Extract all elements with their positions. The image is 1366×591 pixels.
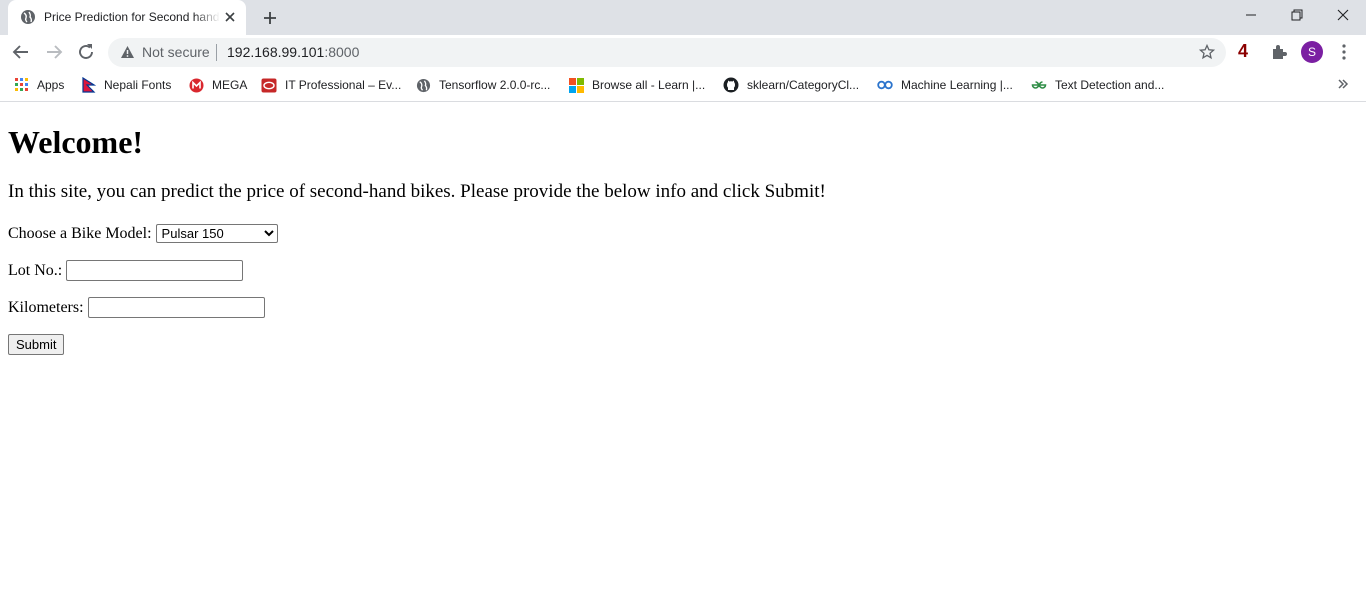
bookmark-it-professional[interactable]: IT Professional – Ev... (261, 77, 401, 93)
not-secure-label[interactable]: Not secure (142, 44, 210, 60)
address-bar[interactable]: Not secure 192.168.99.101:8000 (108, 38, 1226, 67)
bookmark-sklearn[interactable]: sklearn/CategoryCl... (723, 77, 859, 93)
page-title: Welcome! (8, 124, 144, 160)
intro-text: In this site, you can predict the price … (8, 181, 826, 202)
mega-icon (189, 78, 204, 92)
url-text[interactable]: 192.168.99.101:8000 (227, 44, 359, 60)
lot-number-label: Lot No.: (8, 261, 63, 279)
microsoft-icon (569, 77, 584, 93)
close-window-button[interactable] (1320, 0, 1366, 30)
close-window-icon (1337, 9, 1349, 21)
tab-strip: Price Prediction for Second hand Bikes (0, 0, 1366, 35)
bookmarks-bar: Apps Nepali Fonts MEGA IT Professional –… (0, 69, 1366, 102)
prediction-form: Choose a Bike Model: Pulsar 150 Lot No.:… (8, 223, 1358, 355)
coursera-icon (877, 80, 893, 90)
url-port: :8000 (324, 44, 360, 60)
tab-title: Price Prediction for Second hand Bikes (44, 10, 220, 24)
profile-avatar[interactable]: S (1301, 41, 1323, 63)
browser-toolbar: Not secure 192.168.99.101:8000 4 S (0, 35, 1366, 69)
lot-number-row: Lot No.: (8, 260, 1358, 281)
lot-number-input[interactable] (66, 260, 244, 281)
globe-icon (21, 10, 35, 24)
url-host: 192.168.99.101 (227, 44, 325, 60)
bookmark-browse-all[interactable]: Browse all - Learn |... (569, 77, 705, 93)
bookmark-nepali-fonts[interactable]: Nepali Fonts (82, 77, 171, 93)
back-arrow-icon[interactable] (10, 41, 32, 63)
bookmark-tensorflow[interactable]: Tensorflow 2.0.0-rc... (416, 77, 550, 93)
bookmark-label: MEGA (212, 78, 248, 92)
new-tab-button[interactable] (259, 7, 281, 29)
nepal-flag-icon (82, 77, 96, 93)
bookmark-label: sklearn/CategoryCl... (747, 78, 860, 92)
menu-kebab-icon[interactable] (1336, 43, 1352, 61)
extensions-puzzle-icon[interactable] (1270, 43, 1288, 61)
bookmark-label: Text Detection and... (1055, 78, 1165, 92)
bookmark-label: Nepali Fonts (104, 78, 172, 92)
kilometers-row: Kilometers: (8, 297, 1358, 318)
globe-icon (416, 78, 431, 92)
omnibox-separator (216, 44, 217, 61)
github-icon (723, 77, 739, 93)
warning-triangle-icon[interactable] (120, 45, 135, 59)
forward-arrow-icon[interactable] (43, 41, 65, 63)
minimize-icon (1246, 14, 1256, 16)
kilometers-input[interactable] (87, 297, 265, 318)
restore-icon (1291, 9, 1303, 21)
bookmark-mega[interactable]: MEGA (189, 77, 247, 93)
extension-badge[interactable]: 4 (1238, 41, 1248, 62)
bike-model-select[interactable]: Pulsar 150 (155, 224, 278, 243)
bookmark-text-detection[interactable]: Text Detection and... (1031, 77, 1164, 93)
geeksforgeeks-icon (1031, 81, 1047, 89)
bookmark-label: Apps (37, 78, 65, 92)
submit-button[interactable]: Submit (8, 334, 65, 355)
more-bookmarks-chevron-icon[interactable] (1337, 77, 1349, 91)
apps-grid-icon (15, 78, 28, 91)
bookmark-label: Browse all - Learn |... (592, 78, 706, 92)
reload-icon[interactable] (75, 41, 97, 63)
restore-button[interactable] (1274, 0, 1320, 30)
bike-model-label: Choose a Bike Model: (8, 224, 152, 242)
kilometers-label: Kilometers: (8, 298, 84, 316)
minimize-button[interactable] (1228, 0, 1274, 30)
page-content: Welcome! In this site, you can predict t… (8, 103, 1358, 355)
it-professional-icon (261, 78, 277, 92)
bookmark-machine-learning[interactable]: Machine Learning |... (877, 77, 1013, 93)
close-tab-icon[interactable] (222, 9, 238, 25)
bookmark-apps[interactable]: Apps (15, 77, 64, 93)
bike-model-row: Choose a Bike Model: Pulsar 150 (8, 223, 1358, 244)
bookmark-label: IT Professional – Ev... (285, 78, 402, 92)
browser-tab-active[interactable]: Price Prediction for Second hand Bikes (8, 0, 246, 35)
bookmark-label: Machine Learning |... (901, 78, 1013, 92)
bookmark-star-icon[interactable] (1199, 44, 1215, 60)
bookmark-label: Tensorflow 2.0.0-rc... (439, 78, 551, 92)
